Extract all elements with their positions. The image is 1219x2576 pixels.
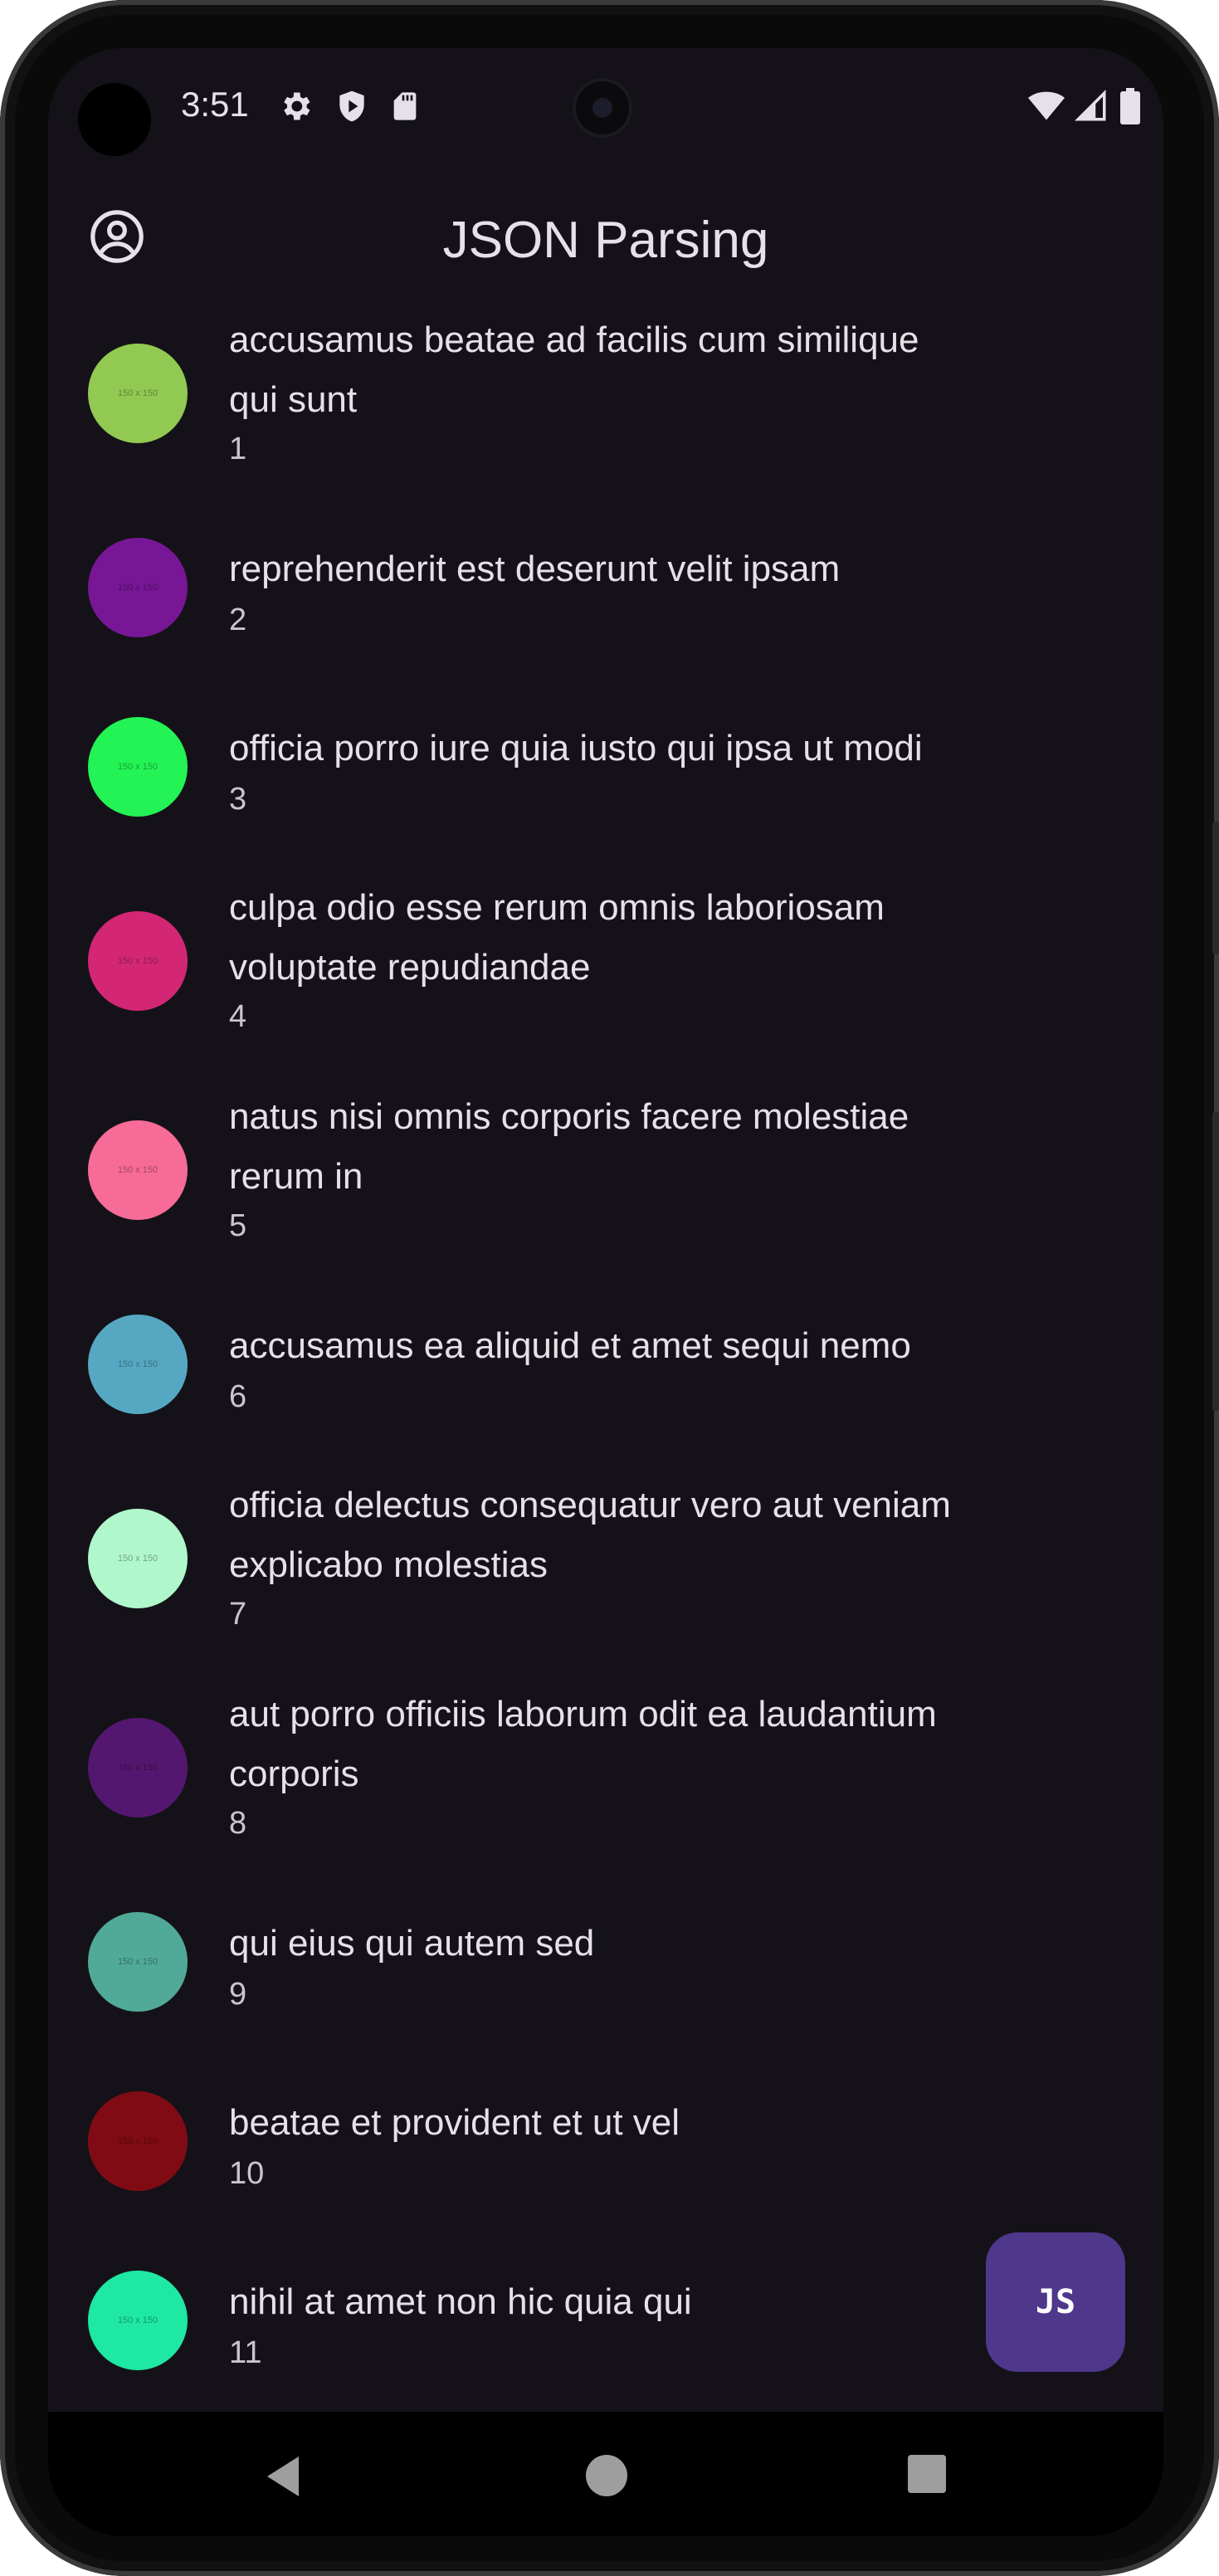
list-item[interactable]: 150 x 150 accusamus beatae ad facilis cum… — [48, 289, 1163, 498]
battery-icon — [1120, 88, 1140, 124]
item-title: aut porro officiis laborum odit ea lauda… — [229, 1694, 937, 1734]
list-item[interactable]: 150 x 150 officia porro iure quia iusto q… — [48, 677, 1163, 856]
list-item[interactable]: 150 x 150 reprehenderit est deserunt veli… — [48, 498, 1163, 677]
app-title: JSON Parsing — [442, 212, 769, 269]
avatar: 150 x 150 — [88, 1315, 188, 1414]
shield-icon — [339, 90, 364, 122]
item-title: qui eius qui autem sed — [229, 1923, 595, 1964]
gear-icon — [284, 92, 310, 120]
avatar: 150 x 150 — [88, 538, 188, 637]
fab-label: JS — [1035, 2283, 1076, 2321]
item-title: reprehenderit est deserunt velit ipsam — [229, 549, 841, 589]
avatar: 150 x 150 — [88, 1912, 188, 2012]
js-fab-button[interactable]: JS — [986, 2232, 1125, 2372]
item-id: 6 — [229, 1379, 247, 1414]
item-title: voluptate repudiandae — [229, 947, 591, 988]
avatar: 150 x 150 — [88, 717, 188, 817]
item-id: 5 — [229, 1208, 247, 1243]
list-item[interactable]: 150 x 150 beatae et provident et ut vel 10 — [48, 2052, 1163, 2231]
avatar: 150 x 150 — [88, 2271, 188, 2370]
item-id: 7 — [229, 1597, 247, 1632]
home-icon[interactable] — [586, 2455, 627, 2496]
list-item[interactable]: 150 x 150 culpa odio esse rerum omnis lab… — [48, 856, 1163, 1066]
avatar: 150 x 150 — [88, 2091, 188, 2191]
wifi-icon — [1028, 91, 1065, 120]
item-title: corporis — [229, 1754, 359, 1794]
status-bar: 3:51 — [48, 48, 1163, 164]
item-id: 11 — [229, 2335, 262, 2370]
list-item[interactable]: 150 x 150 qui eius qui autem sed 9 — [48, 1872, 1163, 2052]
item-title: beatae et provident et ut vel — [229, 2102, 680, 2143]
item-id: 8 — [229, 1806, 247, 1841]
item-title: accusamus beatae ad facilis cum similiqu… — [229, 320, 919, 360]
item-id: 4 — [229, 999, 247, 1034]
volume-button — [1212, 822, 1219, 954]
avatar: 150 x 150 — [88, 1509, 188, 1608]
app-bar: JSON Parsing — [48, 189, 1163, 289]
front-camera — [576, 81, 629, 134]
item-title: qui sunt — [229, 379, 358, 420]
list-item[interactable]: 150 x 150 aut porro officiis laborum odit… — [48, 1663, 1163, 1872]
item-title: natus nisi omnis corporis facere molesti… — [229, 1096, 909, 1137]
item-title: officia delectus consequatur vero aut ve… — [229, 1485, 951, 1525]
item-id: 2 — [229, 603, 247, 637]
avatar: 150 x 150 — [88, 1120, 188, 1220]
camera-cutout — [78, 83, 151, 156]
item-id: 10 — [229, 2156, 265, 2191]
status-time: 3:51 — [181, 85, 249, 124]
list-item[interactable]: 150 x 150 natus nisi omnis corporis facer… — [48, 1066, 1163, 1275]
avatar: 150 x 150 — [88, 344, 188, 443]
item-title: nihil at amet non hic quia qui — [229, 2281, 692, 2322]
item-id: 9 — [229, 1977, 247, 2012]
list-item[interactable]: 150 x 150 accusamus ea aliquid et amet se… — [48, 1275, 1163, 1454]
item-id: 3 — [229, 782, 247, 817]
item-title: accusamus ea aliquid et amet sequi nemo — [229, 1325, 911, 1366]
recents-icon[interactable] — [908, 2455, 946, 2493]
app-screen: 3:51 JSON Parsing 150 x 150 accusamus be… — [48, 48, 1163, 2412]
item-title: officia porro iure quia iusto qui ipsa u… — [229, 728, 923, 768]
item-title: explicabo molestias — [229, 1544, 548, 1585]
back-icon[interactable] — [262, 2455, 302, 2498]
item-id: 1 — [229, 432, 247, 466]
cellular-signal-icon — [1075, 90, 1106, 121]
list-item[interactable]: 150 x 150 officia delectus consequatur ve… — [48, 1454, 1163, 1663]
sd-card-icon — [393, 92, 417, 120]
avatar: 150 x 150 — [88, 911, 188, 1011]
power-button — [1212, 1112, 1219, 1411]
item-title: culpa odio esse rerum omnis laboriosam — [229, 887, 885, 928]
system-nav-bar — [48, 2412, 1163, 2536]
item-title: rerum in — [229, 1156, 363, 1197]
avatar: 150 x 150 — [88, 1718, 188, 1817]
